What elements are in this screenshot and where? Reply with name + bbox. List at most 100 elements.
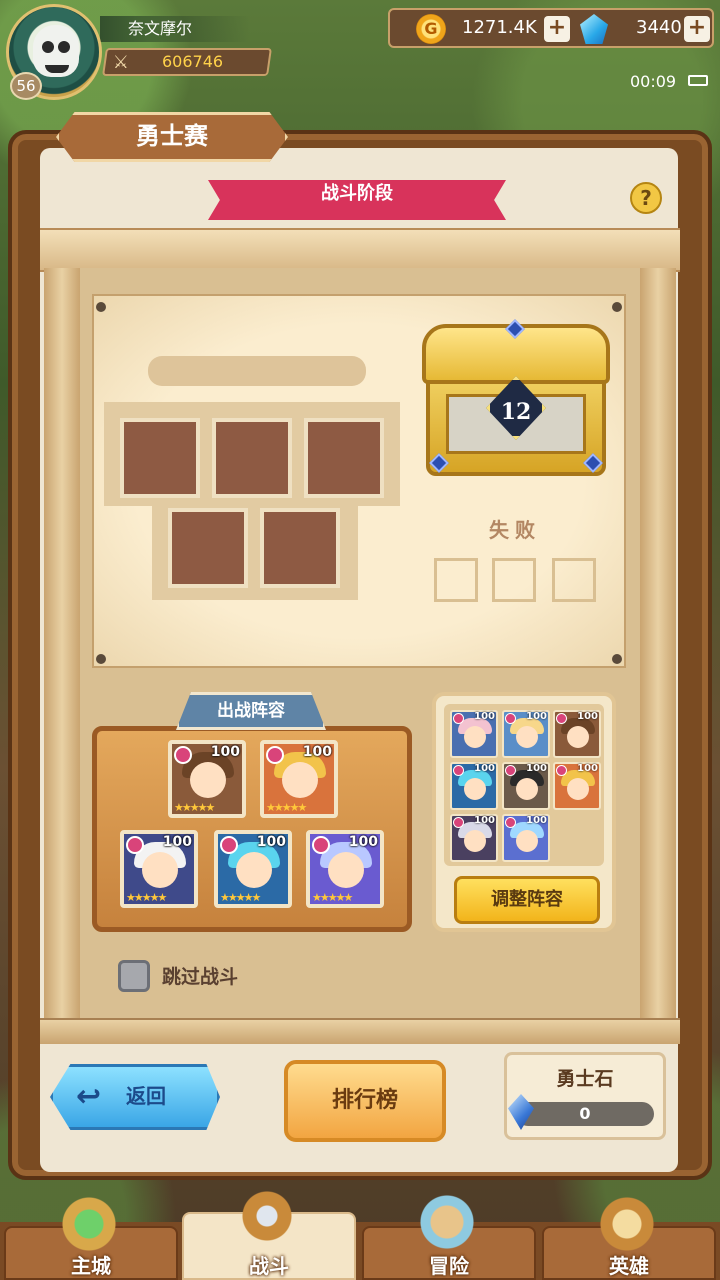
star-rating-icon: ★★★★★ [220,891,261,904]
hero-portrait [567,726,589,748]
hero-level: 100 [577,711,598,722]
pin-icon [96,302,106,312]
element-icon [556,765,567,776]
warrior-stone-title: 勇士石 [556,1068,614,1090]
hero-portrait [190,762,226,798]
pin-icon [96,654,106,664]
element-icon [266,746,284,764]
empty-hero-slot [168,508,248,588]
player-level-badge: 56 [10,72,42,100]
result-box [492,558,536,602]
skip-battle-checkbox[interactable] [118,960,150,992]
diamond-icon [580,14,608,44]
back-label: 返回 [126,1084,166,1108]
hero-level: 100 [526,711,547,722]
result-box [552,558,596,602]
element-icon [505,817,516,828]
element-icon [453,765,464,776]
lineup-hero-card[interactable]: 100 ★★★★★ [306,830,384,908]
warrior-stone-value: 0 [579,1104,591,1123]
element-icon [453,817,464,828]
crossed-swords-icon [234,1186,300,1246]
hero-level: 100 [302,744,332,760]
roster-hero-card[interactable]: 100 [553,762,601,810]
hero-level: 100 [474,763,495,774]
hero-level: 100 [162,834,192,850]
lineup-hero-card[interactable]: 100 ★★★★★ [214,830,292,908]
gem-value: 3440 [636,17,682,38]
lineup-hero-card[interactable]: 100 ★★★★★ [168,740,246,818]
hero-portrait [142,852,178,888]
lineup-title: 出战阵容 [217,701,285,721]
resource-bar: G 1271.4K + 3440 + [388,8,714,48]
player-name: 奈文摩尔 [100,16,250,42]
hero-level: 100 [526,815,547,826]
hero-level: 100 [577,763,598,774]
castle-icon [56,1194,122,1254]
nav-label-battle: 战斗 [249,1254,289,1278]
crossed-swords-icon: ⚔ [112,52,129,73]
hero-portrait [464,778,486,800]
adjust-lineup-button[interactable]: 调整阵容 [454,876,600,924]
hero-portrait [328,852,364,888]
element-icon [312,836,330,854]
empty-hero-slot [212,418,292,498]
gold-coin-icon: G [416,14,446,44]
add-gems-button[interactable]: + [684,16,710,42]
element-icon [453,713,464,724]
battery-icon [688,75,708,86]
clock: 00:09 [630,72,677,91]
element-icon [126,836,144,854]
left-pillar [44,268,80,1024]
ranking-button[interactable]: 排行榜 [284,1060,446,1142]
stage-label: 战斗阶段 [321,183,393,204]
roster-hero-card[interactable]: 100 [553,710,601,758]
reward-chest[interactable]: 12 [416,318,616,480]
nav-label-main-city: 主城 [71,1254,111,1278]
hero-level: 100 [526,763,547,774]
roster-hero-card[interactable]: 100 [502,814,550,862]
roster-hero-card[interactable]: 100 [450,814,498,862]
hero-portrait [464,726,486,748]
rank-emblem-bar [148,356,366,386]
roster-hero-card[interactable]: 100 [450,762,498,810]
skip-battle-label: 跳过战斗 [162,966,239,988]
right-pillar [640,268,676,1024]
roster-hero-card[interactable]: 100 [502,710,550,758]
empty-hero-slot [304,418,384,498]
lineup-hero-card[interactable]: 100 ★★★★★ [120,830,198,908]
page-title: 勇士赛 [136,122,208,150]
hero-portrait [567,778,589,800]
hero-portrait [516,830,538,852]
empty-hero-slot [260,508,340,588]
pin-icon [612,302,622,312]
empty-hero-slot [120,418,200,498]
gold-value: 1271.4K [462,17,537,38]
star-rating-icon: ★★★★★ [126,891,167,904]
element-icon [505,765,516,776]
result-text: 失败 [489,518,541,542]
element-icon [505,713,516,724]
element-icon [556,713,567,724]
power-bar: ⚔ 606746 [102,48,272,76]
star-rating-icon: ★★★★★ [312,891,353,904]
roster-hero-card[interactable]: 100 [502,762,550,810]
hero-portrait [282,762,318,798]
hero-level: 100 [474,711,495,722]
hero-level: 100 [348,834,378,850]
help-button[interactable]: ? [630,182,662,214]
roster-hero-card[interactable]: 100 [450,710,498,758]
element-icon [174,746,192,764]
element-icon [220,836,238,854]
pin-icon [612,654,622,664]
nav-label-adventure: 冒险 [429,1254,469,1278]
hero-level: 100 [474,815,495,826]
lineup-hero-card[interactable]: 100 ★★★★★ [260,740,338,818]
hero-portrait [236,852,272,888]
star-rating-icon: ★★★★★ [266,801,307,814]
hero-portrait [464,830,486,852]
hero-crest-icon [594,1194,660,1254]
result-box [434,558,478,602]
add-gold-button[interactable]: + [544,16,570,42]
top-beam [40,228,680,272]
